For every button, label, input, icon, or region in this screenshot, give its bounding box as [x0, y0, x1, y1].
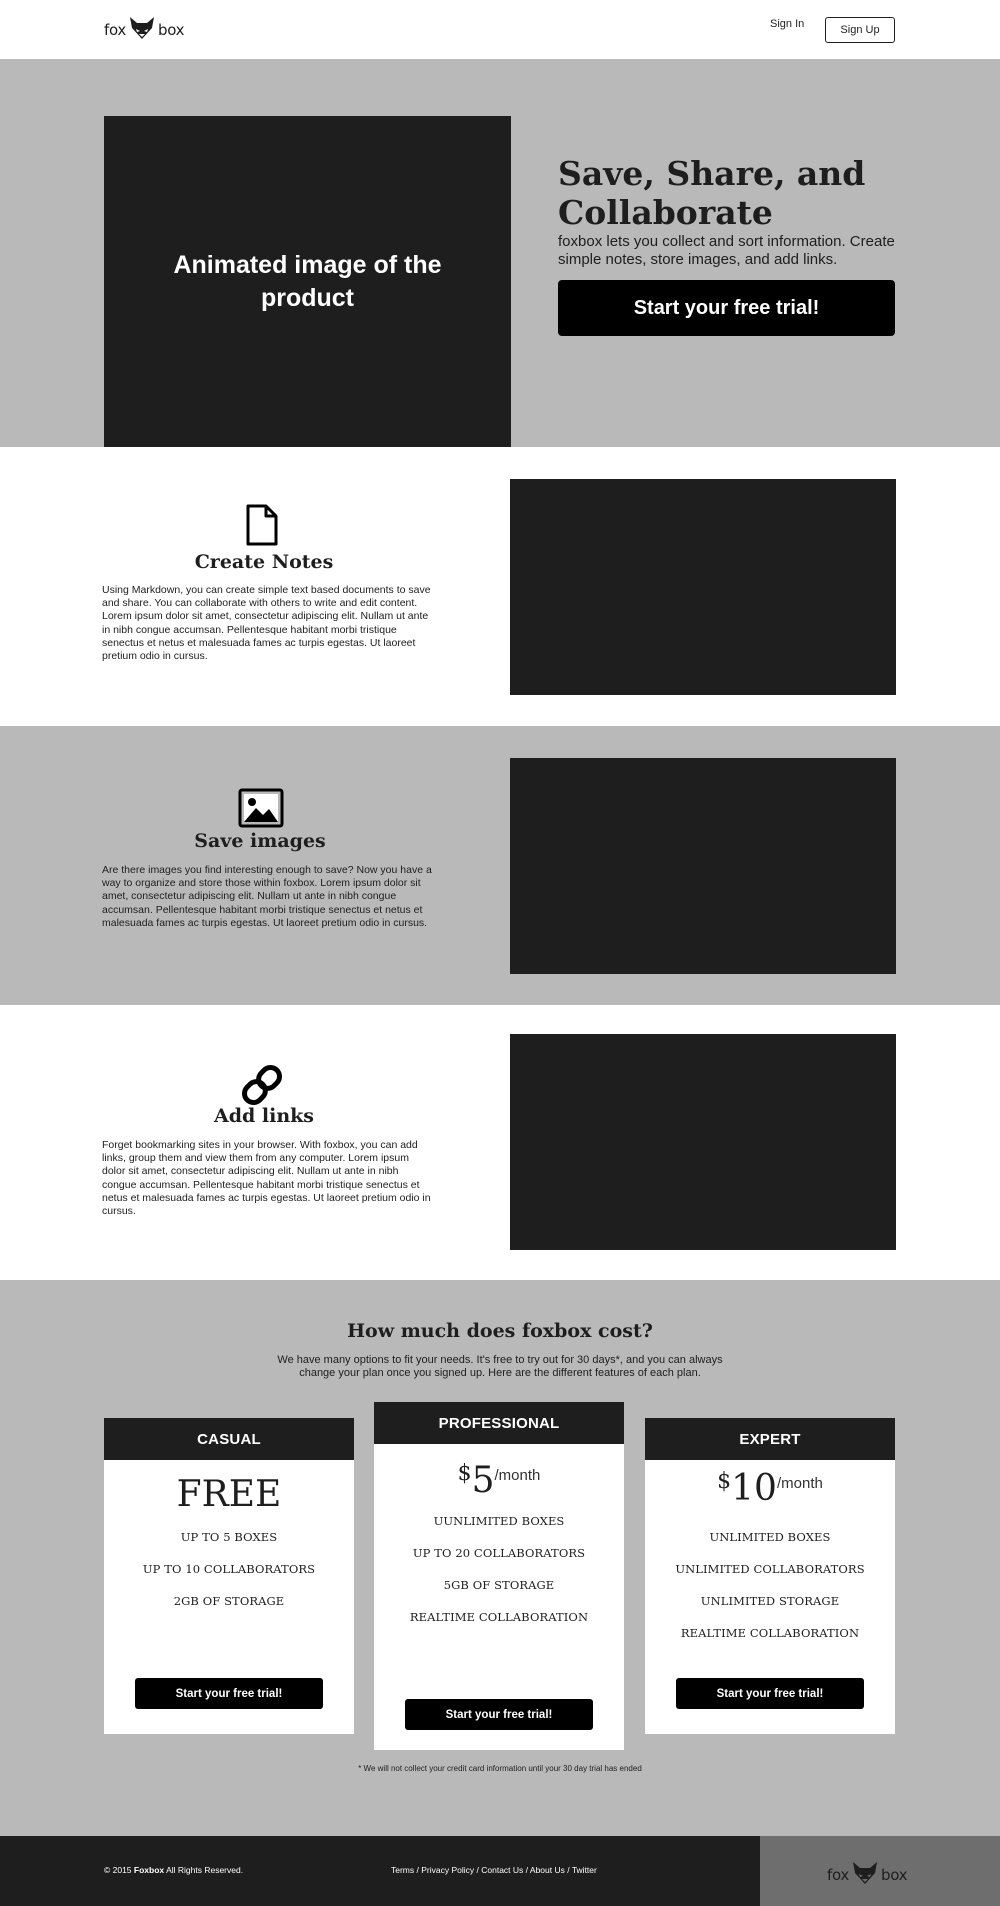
hero-free-trial-button[interactable]: Start your free trial!: [558, 280, 895, 336]
pricing-section: How much does foxbox cost? We have many …: [0, 1280, 1000, 1836]
footer-link-separator: /: [523, 1865, 530, 1875]
plan-name: EXPERT: [645, 1418, 895, 1460]
fox-head-icon: [128, 16, 156, 44]
copyright-suffix: All Rights Reserved.: [166, 1865, 244, 1875]
hero-title: Save, Share, and Collaborate: [558, 154, 866, 232]
footer-link-terms[interactable]: Terms: [391, 1865, 414, 1875]
footer-link-separator: /: [564, 1865, 572, 1875]
hero-section: Animated image of the product Save, Shar…: [0, 59, 1000, 447]
pricing-title: How much does foxbox cost?: [347, 1320, 653, 1342]
footer-links: Terms / Privacy Policy / Contact Us / Ab…: [391, 1865, 597, 1875]
plan-price-currency: $: [457, 1461, 472, 1486]
feature-media-placeholder: [510, 758, 896, 974]
plan-price-currency: $: [717, 1469, 732, 1494]
footer-link-contact-us[interactable]: Contact Us: [481, 1865, 523, 1875]
pricing-subtitle: We have many options to fit your needs. …: [277, 1354, 723, 1379]
feature-title: Create Notes: [194, 551, 334, 573]
plan-free-trial-button[interactable]: Start your free trial!: [135, 1678, 323, 1709]
plan-price: FREE: [104, 1474, 354, 1515]
plan-price: $10/month: [645, 1468, 895, 1509]
footer-logo-panel: fox box: [760, 1836, 1000, 1906]
plan-price-period: /month: [776, 1475, 823, 1492]
plan-free-trial-button[interactable]: Start your free trial!: [405, 1699, 593, 1730]
plan-feature: UNLIMITED STORAGE: [700, 1594, 840, 1608]
plan-price-period: /month: [494, 1467, 541, 1484]
plan-feature: 2GB OF STORAGE: [173, 1594, 285, 1608]
plan-feature: UP TO 5 BOXES: [180, 1530, 278, 1544]
document-icon: [240, 503, 284, 547]
feature-description: Are there images you find interesting en…: [102, 864, 432, 929]
plan-price: $5/month: [374, 1460, 624, 1501]
logo-text-fox: fox: [827, 1866, 849, 1884]
footer-link-about-us[interactable]: About Us: [530, 1865, 565, 1875]
footer-foxbox-logo[interactable]: fox box: [827, 1861, 908, 1889]
footer-link-twitter[interactable]: Twitter: [572, 1865, 597, 1875]
plan-card-expert: EXPERT $10/month UNLIMITED BOXES UNLIMIT…: [645, 1418, 895, 1734]
feature-add-links: Add links Forget bookmarking sites in yo…: [0, 1005, 1000, 1280]
fox-head-icon: [851, 1861, 879, 1889]
foxbox-logo[interactable]: fox box: [104, 16, 185, 44]
logo-text-fox: fox: [104, 21, 126, 39]
plan-card-casual: CASUAL FREE UP TO 5 BOXES UP TO 10 COLLA…: [104, 1418, 354, 1734]
feature-title: Save images: [194, 830, 326, 852]
hero-subtitle: foxbox lets you collect and sort informa…: [558, 233, 895, 268]
plan-feature: UNLIMITED BOXES: [709, 1530, 831, 1544]
footer-link-privacy-policy[interactable]: Privacy Policy: [421, 1865, 474, 1875]
plan-card-professional: PROFESSIONAL $5/month UUNLIMITED BOXES U…: [374, 1402, 624, 1750]
plan-feature: UP TO 20 COLLABORATORS: [412, 1546, 586, 1560]
hero-image-label: Animated image of the product: [173, 250, 442, 312]
footer-copyright: © 2015 Foxbox All Rights Reserved.: [104, 1865, 243, 1875]
plan-feature: 5GB OF STORAGE: [443, 1578, 555, 1592]
pricing-footnote: * We will not collect your credit card i…: [358, 1764, 642, 1773]
link-icon: [240, 1063, 284, 1107]
plan-price-amount: 5: [471, 1460, 495, 1501]
feature-description: Forget bookmarking sites in your browser…: [102, 1139, 431, 1218]
site-footer: © 2015 Foxbox All Rights Reserved. Terms…: [0, 1836, 1000, 1906]
plan-feature: REALTIME COLLABORATION: [409, 1610, 589, 1624]
plan-feature: UNLIMITED COLLABORATORS: [675, 1562, 865, 1576]
plan-free-trial-button[interactable]: Start your free trial!: [676, 1678, 864, 1709]
feature-save-images: Save images Are there images you find in…: [0, 726, 1000, 1005]
plan-price-amount: 10: [731, 1468, 777, 1509]
sign-up-button[interactable]: Sign Up: [825, 17, 895, 43]
feature-description: Using Markdown, you can create simple te…: [102, 584, 431, 663]
plan-name: PROFESSIONAL: [374, 1402, 624, 1444]
plan-feature: REALTIME COLLABORATION: [680, 1626, 860, 1640]
image-icon: [238, 788, 284, 832]
plan-name: CASUAL: [104, 1418, 354, 1460]
site-header: fox box Sign In Sign Up: [0, 0, 1000, 59]
copyright-brand: Foxbox: [133, 1865, 165, 1875]
feature-title: Add links: [213, 1105, 315, 1127]
copyright-prefix: © 2015: [104, 1865, 132, 1875]
feature-media-placeholder: [510, 1034, 896, 1250]
sign-in-link[interactable]: Sign In: [770, 18, 804, 30]
plan-feature: UP TO 10 COLLABORATORS: [142, 1562, 316, 1576]
hero-product-image: Animated image of the product: [104, 116, 511, 447]
feature-create-notes: Create Notes Using Markdown, you can cre…: [0, 447, 1000, 726]
plan-price-amount: FREE: [176, 1474, 282, 1515]
logo-text-box: box: [157, 21, 185, 39]
logo-text-box: box: [880, 1866, 908, 1884]
feature-media-placeholder: [510, 479, 896, 695]
plan-feature: UUNLIMITED BOXES: [433, 1514, 565, 1528]
